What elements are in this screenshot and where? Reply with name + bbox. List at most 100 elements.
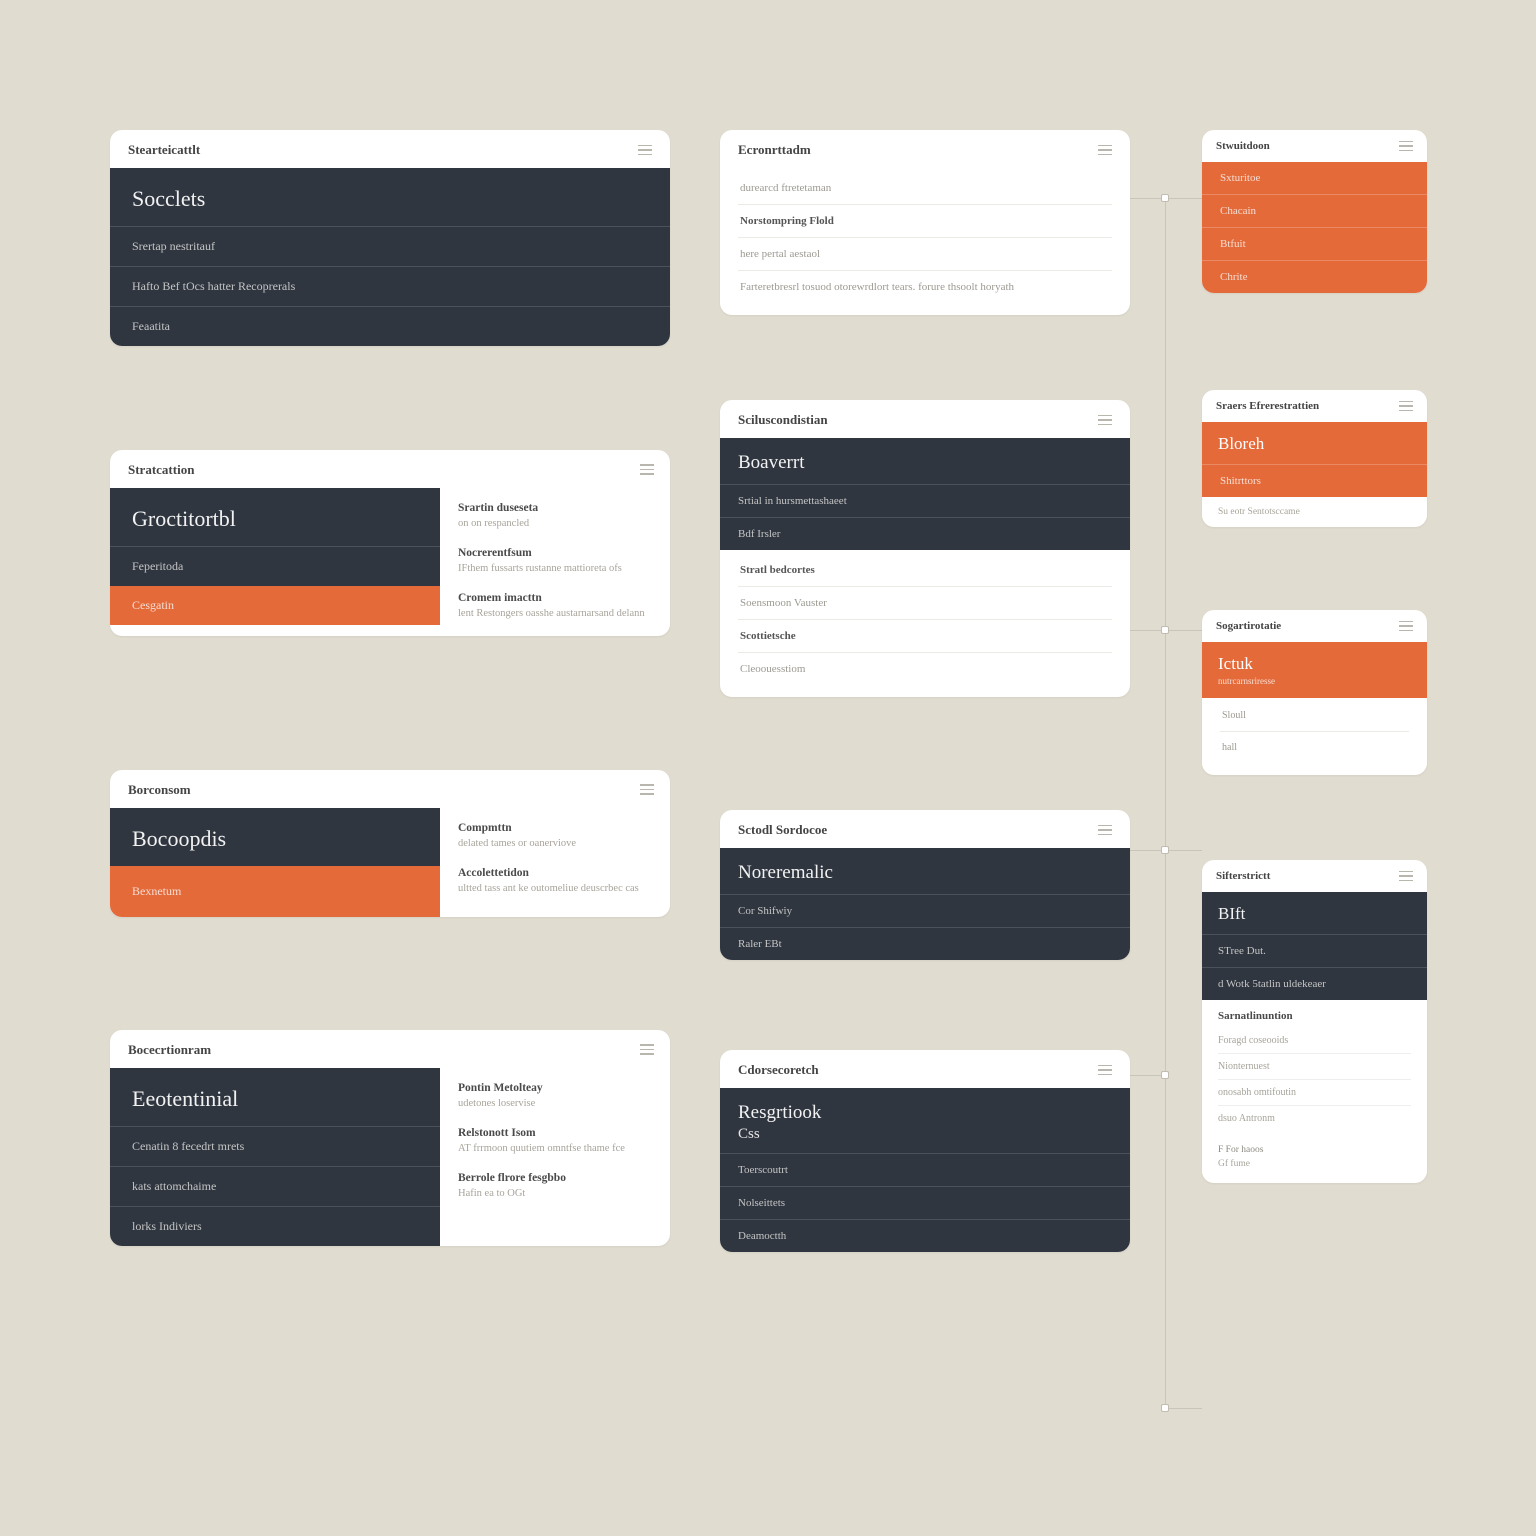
side-label: Compmttn (458, 822, 652, 834)
list-item: Deamoctth (720, 1219, 1130, 1252)
list-item: Farteretbresrl tosuod otorewrdlort tears… (738, 271, 1112, 303)
list-item: Srertap nestritauf (110, 226, 670, 266)
menu-icon[interactable] (640, 784, 654, 795)
card-header: Sifterstrictt (1216, 870, 1270, 882)
side-text: lent Restongers oasshe austarnarsand del… (458, 607, 652, 621)
card-stwuitdoon: Stwuitdoon Sxturitoe Chacain Btfuit Chri… (1202, 130, 1427, 293)
menu-icon[interactable] (638, 145, 652, 156)
list-item: lorks Indiviers (110, 1206, 440, 1246)
menu-icon[interactable] (640, 1044, 654, 1055)
card-resgrtiook: Cdorsecoretch Resgrtiook Css Toerscoutrt… (720, 1050, 1130, 1252)
card-header: Stwuitdoon (1216, 140, 1270, 152)
footer-text: Gf fume (1202, 1157, 1427, 1183)
card-header: Stratcattion (128, 462, 194, 478)
list-item: Foragd coseooids (1218, 1028, 1411, 1054)
card-title: Ictuk (1202, 642, 1427, 676)
list-item: dsuo Antronm (1218, 1106, 1411, 1131)
list-item: here pertal aestaol (738, 238, 1112, 271)
card-ecronrttadm: Ecronrttadm durearcd ftretetaman Norstom… (720, 130, 1130, 315)
card-footer: Su eotr Sentotsccame (1202, 497, 1427, 527)
side-label: Accolettetidon (458, 867, 652, 879)
card-boaverrt: Sciluscondistian Boaverrt Srtial in hurs… (720, 400, 1130, 697)
card-header: Cdorsecoretch (738, 1062, 819, 1078)
list-item: kats attomchaime (110, 1166, 440, 1206)
list-item: onosabh omtifoutin (1218, 1080, 1411, 1106)
card-header: Sraers Efrerestrattien (1216, 400, 1319, 412)
card-title: Groctitortbl (110, 488, 440, 546)
menu-icon[interactable] (1399, 141, 1413, 152)
list-item: Nionternuest (1218, 1054, 1411, 1080)
list-item[interactable]: Sxturitoe (1202, 162, 1427, 194)
card-header: Sciluscondistian (738, 412, 828, 428)
list-item: hall (1220, 732, 1409, 763)
side-label: Pontin Metolteay (458, 1082, 652, 1094)
list-item: Soensmoon Vauster (738, 587, 1112, 620)
card-header: Borconsom (128, 782, 191, 798)
card-header: Bocecrtionram (128, 1042, 211, 1058)
list-item: Norstompring Flold (738, 205, 1112, 238)
card-subtitle: nutrcarnsriresse (1202, 676, 1427, 698)
list-item: Raler EBt (720, 927, 1130, 960)
list-item: Nolseittets (720, 1186, 1130, 1219)
side-text: on on respancled (458, 517, 652, 531)
side-text: Hafin ea to OGt (458, 1187, 652, 1201)
side-label: Cromem imacttn (458, 592, 652, 604)
card-ictuk: Sogartirotatie Ictuk nutrcarnsriresse Sl… (1202, 610, 1427, 775)
menu-icon[interactable] (1399, 401, 1413, 412)
list-item: STree Dut. (1202, 934, 1427, 967)
side-text: ultted tass ant ke outomeliue deuscrbec … (458, 882, 652, 896)
menu-icon[interactable] (1399, 621, 1413, 632)
side-text: AT frrmoon quutiem omntfse thame fce (458, 1142, 652, 1156)
side-label: Srartin duseseta (458, 502, 652, 514)
menu-icon[interactable] (640, 464, 654, 475)
card-title: Noreremalic (720, 848, 1130, 894)
card-noreremalic: Sctodl Sordocoe Noreremalic Cor Shifwiy … (720, 810, 1130, 960)
list-item: Hafto Bef tOcs hatter Recoprerals (110, 266, 670, 306)
side-label: Berrole flrore fesgbbo (458, 1172, 652, 1184)
list-item: Cleoouesstiom (738, 653, 1112, 685)
card-header: Sogartirotatie (1216, 620, 1281, 632)
card-title: BIft (1202, 892, 1427, 934)
side-text: IFthem fussarts rustanne mattioreta ofs (458, 562, 652, 576)
menu-icon[interactable] (1098, 825, 1112, 836)
list-item: d Wotk 5tatlin uldekeaer (1202, 967, 1427, 1000)
list-item: Feperitoda (110, 546, 440, 586)
side-text: udetones loservise (458, 1097, 652, 1111)
card-groctitortbl: Stratcattion Groctitortbl Feperitoda Ces… (110, 450, 670, 636)
card-bocoopdis: Borconsom Bocoopdis Bexnetum Compmttn del… (110, 770, 670, 917)
list-item: Cesgatin (110, 586, 440, 625)
list-item: Srtial in hursmettashaeet (720, 484, 1130, 517)
list-item: Toerscoutrt (720, 1153, 1130, 1186)
menu-icon[interactable] (1098, 415, 1112, 426)
list-item: Feaatita (110, 306, 670, 346)
list-item: Bexnetum (110, 866, 440, 917)
menu-icon[interactable] (1098, 145, 1112, 156)
card-eeotentinial: Bocecrtionram Eeotentinial Cenatin 8 fec… (110, 1030, 670, 1246)
section-label: Sarnatlinuntion (1202, 1000, 1427, 1028)
list-item[interactable]: Btfuit (1202, 227, 1427, 260)
menu-icon[interactable] (1098, 1065, 1112, 1076)
list-item[interactable]: Chrite (1202, 260, 1427, 293)
card-subtitle: Css (720, 1126, 1130, 1153)
list-item: Shitrttors (1202, 464, 1427, 497)
card-title: Resgrtiook (720, 1088, 1130, 1126)
list-item: durearcd ftretetaman (738, 172, 1112, 205)
card-socclets: Stearteicattlt Socclets Srertap nestrita… (110, 130, 670, 346)
card-title: Eeotentinial (110, 1068, 440, 1126)
list-item: Sloull (1220, 700, 1409, 732)
card-title: Boaverrt (720, 438, 1130, 484)
card-header: Sctodl Sordocoe (738, 822, 827, 838)
list-item[interactable]: Chacain (1202, 194, 1427, 227)
card-header: Ecronrttadm (738, 142, 811, 158)
card-title: Bocoopdis (110, 808, 440, 866)
card-header: Stearteicattlt (128, 142, 200, 158)
card-bloreh: Sraers Efrerestrattien Bloreh Shitrttors… (1202, 390, 1427, 527)
list-item: Cor Shifwiy (720, 894, 1130, 927)
footer-label: F For haoos (1202, 1141, 1427, 1157)
side-label: Relstonott Isom (458, 1127, 652, 1139)
list-item: Stratl bedcortes (738, 554, 1112, 587)
list-item: Scottietsche (738, 620, 1112, 653)
list-item: Bdf Irsler (720, 517, 1130, 550)
side-text: delated tames or oanerviove (458, 837, 652, 851)
menu-icon[interactable] (1399, 871, 1413, 882)
